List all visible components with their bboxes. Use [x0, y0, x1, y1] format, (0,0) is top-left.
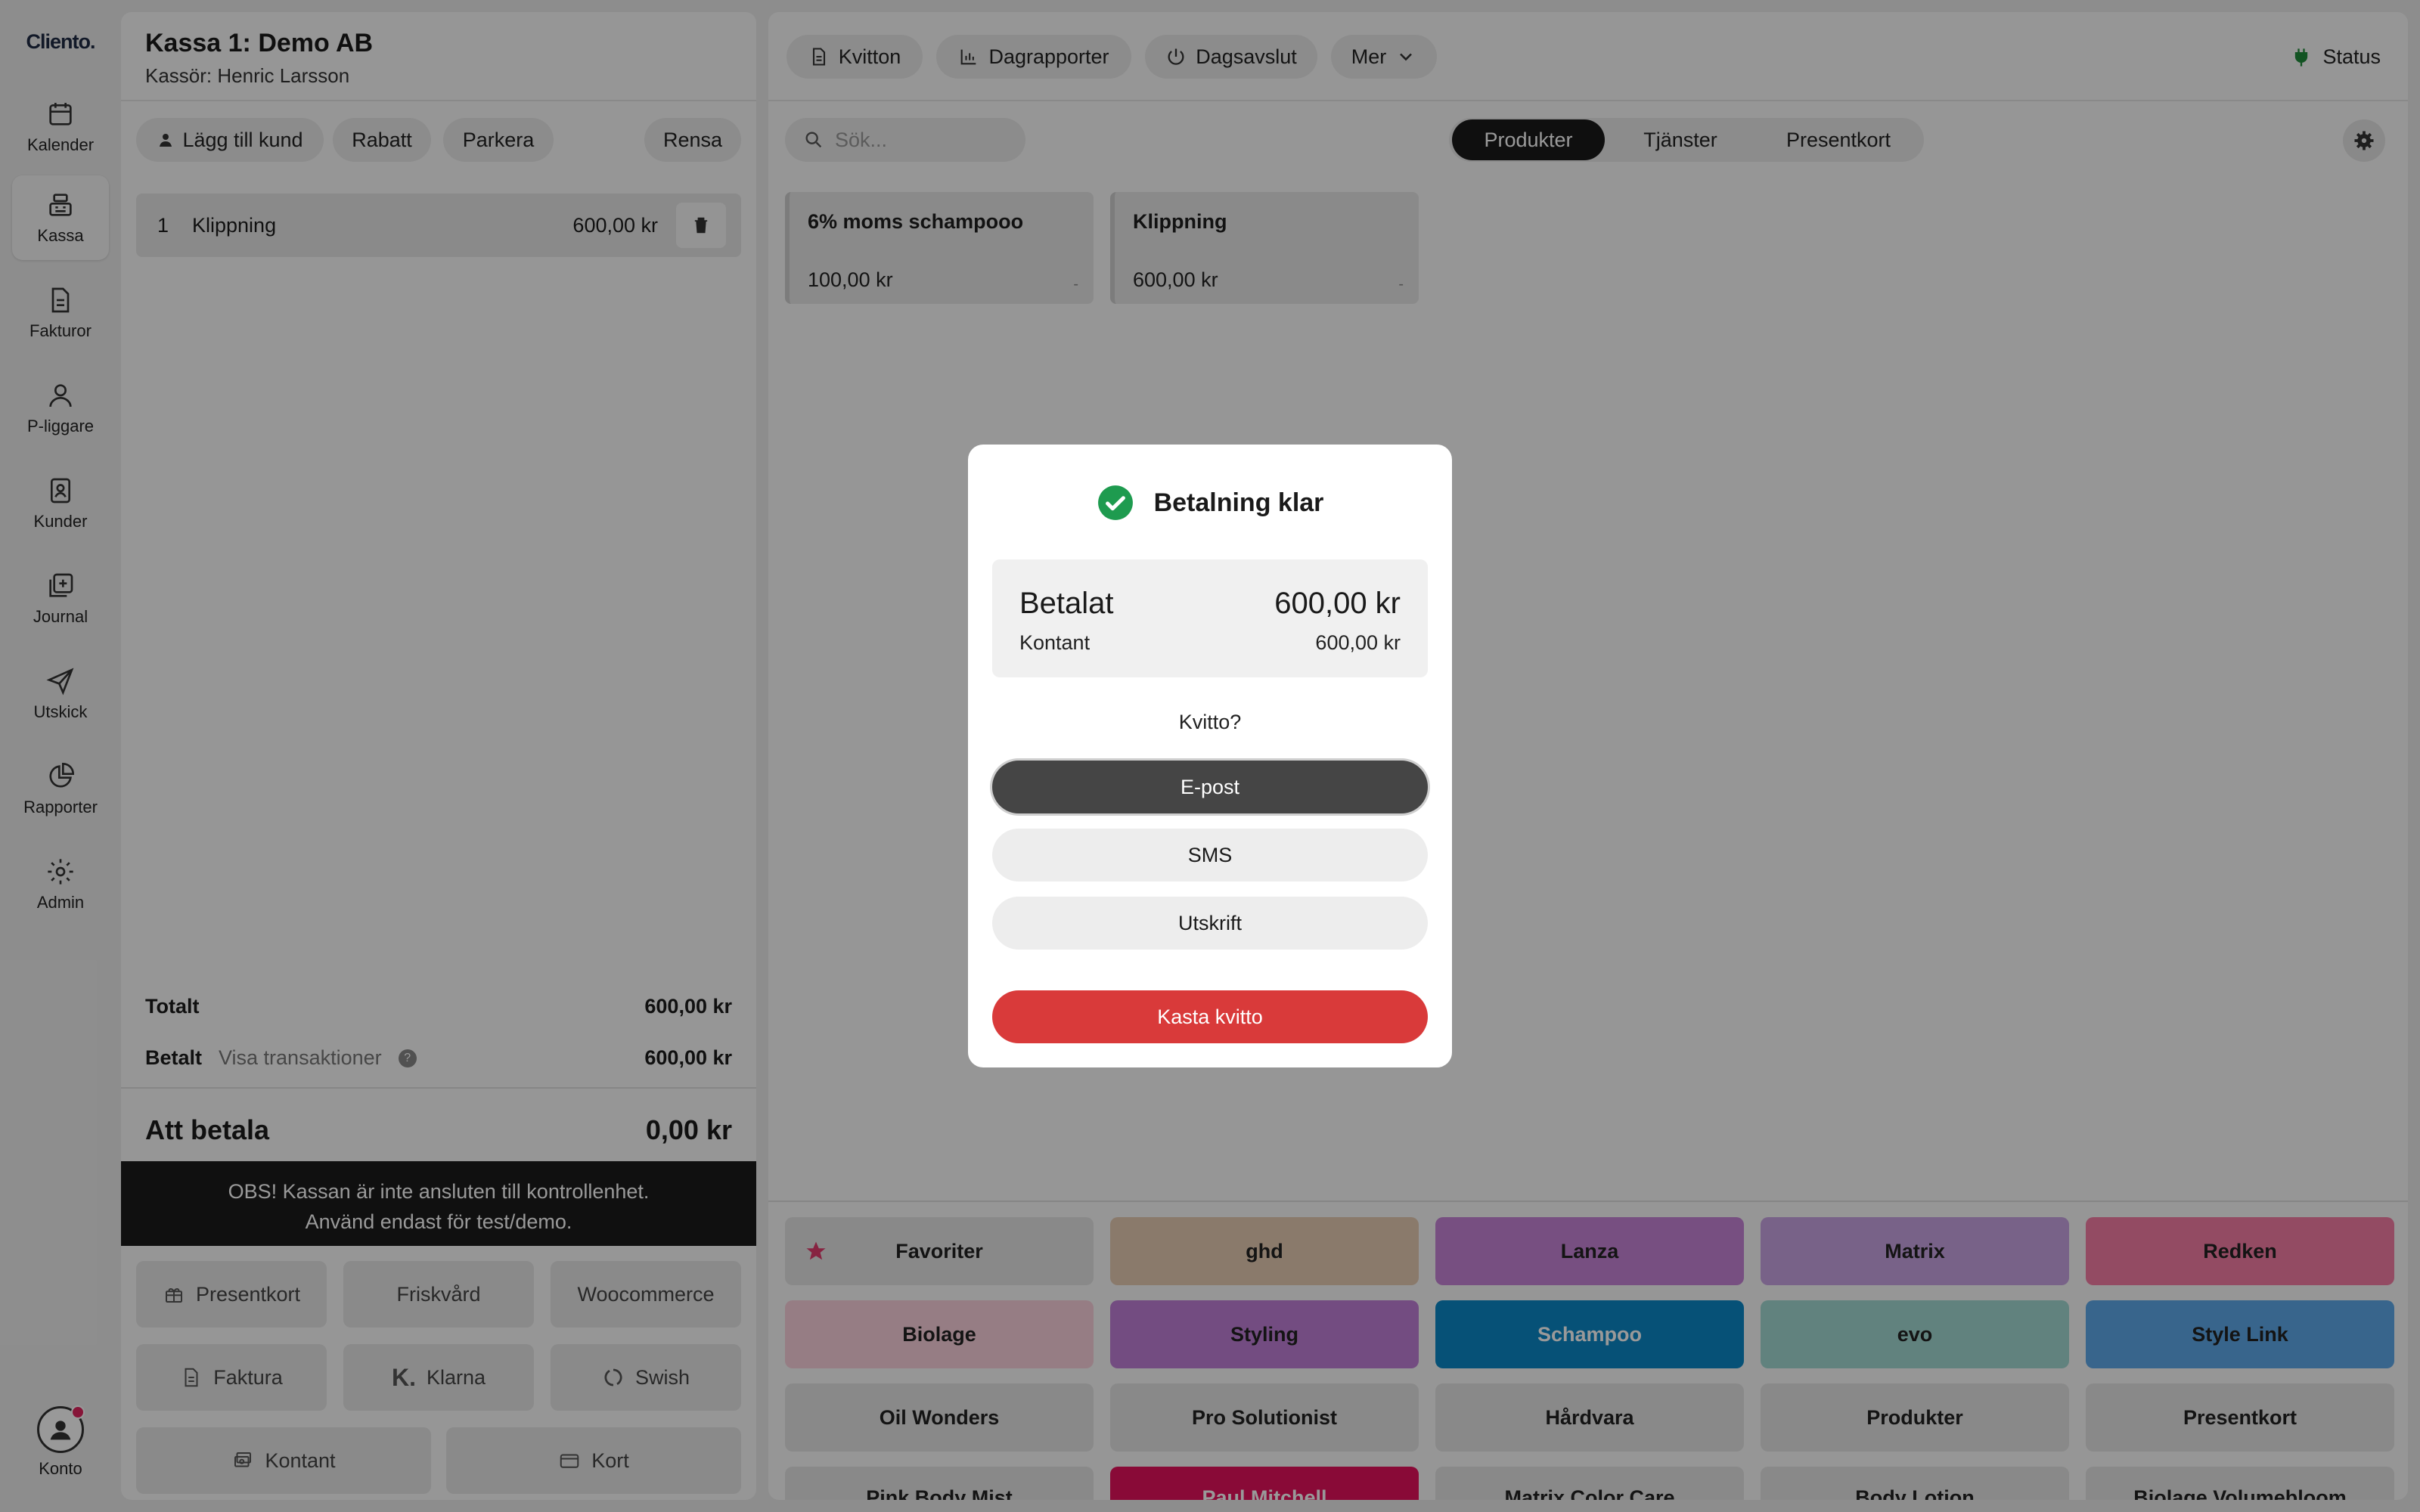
payment-summary: Betalat 600,00 kr Kontant 600,00 kr — [992, 559, 1428, 677]
paid-amount: 600,00 kr — [1274, 587, 1401, 620]
payment-complete-dialog: Betalning klar Betalat 600,00 kr Kontant… — [968, 445, 1452, 1067]
payment-method: Kontant — [1019, 631, 1091, 654]
dialog-title-text: Betalning klar — [1153, 488, 1324, 517]
app-root: Cliento. Kalender Kassa Fakturor P-ligga… — [0, 0, 2420, 1512]
receipt-question: Kvitto? — [1178, 711, 1242, 733]
discard-receipt-button[interactable]: Kasta kvitto — [992, 990, 1428, 1043]
email-receipt-button[interactable]: E-post — [992, 761, 1428, 813]
check-circle-icon — [1097, 485, 1133, 520]
sms-receipt-button[interactable]: SMS — [992, 829, 1428, 881]
dialog-title: Betalning klar — [968, 484, 1452, 522]
print-receipt-button[interactable]: Utskrift — [992, 897, 1428, 950]
paid-label: Betalat — [1019, 587, 1114, 620]
payment-method-amount: 600,00 kr — [1315, 631, 1401, 654]
